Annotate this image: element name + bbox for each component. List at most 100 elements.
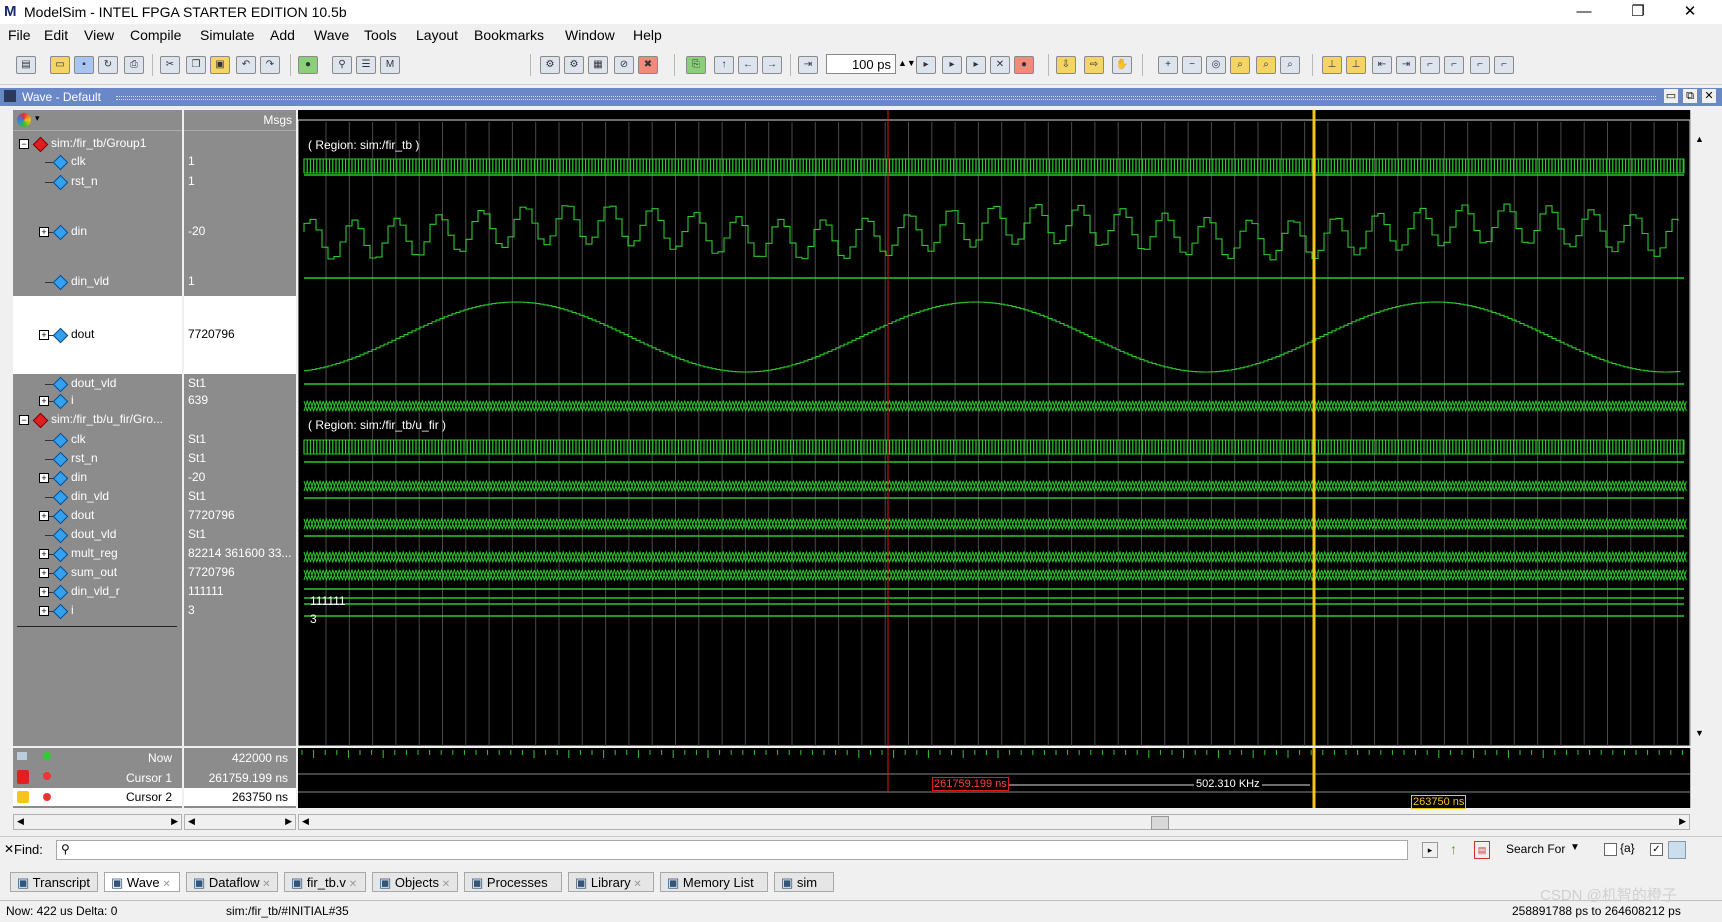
menu-edit[interactable]: Edit <box>44 27 68 43</box>
scroll-up-icon[interactable]: ▲ <box>1695 134 1704 144</box>
find-input[interactable]: ⚲ <box>56 840 1408 860</box>
wave-hscrollbar[interactable]: ◀ ▶ <box>298 814 1690 830</box>
cursor1-label[interactable]: Cursor 1 <box>126 771 172 785</box>
lock-icon[interactable] <box>17 770 29 784</box>
tab-library[interactable]: ▣ Library ✕ <box>568 872 654 892</box>
tab-close-icon[interactable]: ✕ <box>346 879 357 890</box>
expand-icon[interactable]: + <box>39 511 49 521</box>
menu-wave[interactable]: Wave <box>314 27 349 43</box>
expand-icon[interactable]: + <box>39 587 49 597</box>
waveform-pane[interactable]: ( Region: sim:/fir_tb ) ( Region: sim:/f… <box>298 110 1690 746</box>
regex-checkbox[interactable] <box>1604 843 1617 856</box>
tab-sim[interactable]: ▣ sim ✕ <box>774 872 834 912</box>
tab-memory-list[interactable]: ▣ Memory List ✕ <box>660 872 768 912</box>
break-icon[interactable]: ⊘ <box>614 56 634 74</box>
menu-bookmarks[interactable]: Bookmarks <box>474 27 544 43</box>
menu-add[interactable]: Add <box>270 27 295 43</box>
modelsim-icon[interactable]: M <box>380 56 400 74</box>
scroll-left-icon[interactable]: ◀ <box>17 816 24 827</box>
expand-icon[interactable]: + <box>39 330 49 340</box>
scroll-left-icon[interactable]: ◀ <box>302 816 309 827</box>
find-mode-icon[interactable] <box>1668 841 1686 859</box>
cursor2-label[interactable]: Cursor 2 <box>126 790 172 804</box>
zoom-range-icon[interactable]: ⌕ <box>1256 56 1276 74</box>
insert-cursor-icon[interactable]: ⊥ <box>1322 56 1342 74</box>
vertical-scrollbar[interactable]: ▲ ▼ <box>1690 110 1709 746</box>
tab-dataflow[interactable]: ▣ Dataflow ✕ <box>186 872 278 892</box>
cursor2-row[interactable]: Cursor 2 <box>13 788 182 806</box>
scroll-right-icon[interactable]: ▶ <box>171 816 178 827</box>
zoom-out-icon[interactable]: − <box>1182 56 1202 74</box>
close-pane-icon[interactable]: ✕ <box>1702 89 1716 103</box>
run-icon[interactable]: ● <box>298 56 318 74</box>
undo-icon[interactable]: ↶ <box>236 56 256 74</box>
remove-cursor-icon[interactable] <box>43 793 51 801</box>
find-icon[interactable]: ⚲ <box>332 56 352 74</box>
scroll-down-icon[interactable]: ▼ <box>1695 728 1704 738</box>
remove-cursor-icon[interactable] <box>43 772 51 780</box>
continue-icon[interactable]: ▸ <box>942 56 962 74</box>
expand-icon[interactable]: + <box>39 473 49 483</box>
expand-icon[interactable]: + <box>39 606 49 616</box>
restore-button[interactable]: ❐ <box>1618 2 1658 22</box>
cut-icon[interactable]: ✂ <box>160 56 180 74</box>
print-icon[interactable]: ⎙ <box>124 56 144 74</box>
next-edge-icon[interactable]: ⇥ <box>1396 56 1416 74</box>
scroll-thumb[interactable] <box>1151 816 1169 830</box>
step-back-icon[interactable]: ← <box>738 56 758 74</box>
tab-close-icon[interactable]: ✕ <box>160 879 170 890</box>
copy-icon[interactable]: ❐ <box>186 56 206 74</box>
restart-icon[interactable]: ⎘ <box>686 56 706 74</box>
break-run-icon[interactable]: ✕ <box>990 56 1010 74</box>
find-up-icon[interactable]: ↑ <box>1450 841 1457 857</box>
step-forward-icon[interactable]: → <box>762 56 782 74</box>
undock-icon[interactable]: ▭ <box>1664 89 1678 103</box>
tab-close-icon[interactable]: ✕ <box>439 879 450 890</box>
close-button[interactable]: ✕ <box>1670 2 1710 22</box>
menu-view[interactable]: View <box>84 27 114 43</box>
minimize-button[interactable]: — <box>1564 2 1604 22</box>
expand-icon[interactable]: + <box>39 549 49 559</box>
delete-cursor-icon[interactable]: ⊥ <box>1346 56 1366 74</box>
zoom-full-icon[interactable]: ◎ <box>1206 56 1226 74</box>
step-up-icon[interactable]: ↑ <box>714 56 734 74</box>
collapse-icon[interactable]: ☰ <box>356 56 376 74</box>
scroll-right-icon[interactable]: ▶ <box>1679 816 1686 827</box>
cursor1-tag[interactable]: 261759.199 ns <box>932 777 1009 791</box>
simulate-icon[interactable]: ▦ <box>588 56 608 74</box>
menu-help[interactable]: Help <box>633 27 662 43</box>
maximize-pane-icon[interactable]: ⧉ <box>1683 89 1697 103</box>
redo-icon[interactable]: ↷ <box>260 56 280 74</box>
name-pane-hscrollbar[interactable]: ◀ ▶ <box>13 814 182 830</box>
stop-icon[interactable]: ● <box>1014 56 1034 74</box>
spin-icon[interactable]: ▲▼ <box>898 58 916 68</box>
run-length-input[interactable]: 100 ps <box>826 54 896 74</box>
cursor-timeline[interactable]: 261759.199 ns 502.310 KHz 263750 ns <box>298 748 1690 809</box>
zoom-cursor-icon[interactable]: ⌕ <box>1230 56 1250 74</box>
tab-close-icon[interactable]: ✕ <box>259 879 270 890</box>
tab-objects[interactable]: ▣ Objects ✕ <box>372 872 458 892</box>
edge-next-icon[interactable]: ⌐ <box>1494 56 1514 74</box>
open-folder-icon[interactable]: ▭ <box>50 56 70 74</box>
save-icon[interactable]: ▪ <box>74 56 94 74</box>
menu-layout[interactable]: Layout <box>416 27 458 43</box>
compile-icon[interactable]: ⚙ <box>540 56 560 74</box>
paste-icon[interactable]: ▣ <box>210 56 230 74</box>
tab-fir-tb-v[interactable]: ▣ fir_tb.v ✕ <box>284 872 366 892</box>
step-icon[interactable]: ⇩ <box>1056 56 1076 74</box>
menu-window[interactable]: Window <box>565 27 615 43</box>
step-over-icon[interactable]: ⇨ <box>1084 56 1104 74</box>
menu-tools[interactable]: Tools <box>364 27 397 43</box>
cursor2-tag[interactable]: 263750 ns <box>1411 795 1467 809</box>
find-options-icon[interactable]: ▤ <box>1474 841 1490 859</box>
case-checkbox[interactable]: ✓ <box>1650 843 1663 856</box>
run-length-icon[interactable]: ⇥ <box>798 56 818 74</box>
tab-close-icon[interactable]: ✕ <box>631 879 641 890</box>
chevron-down-icon[interactable]: ▼ <box>1570 842 1580 853</box>
dropdown-arrow-icon[interactable]: ▾ <box>35 113 40 124</box>
expand-icon[interactable]: + <box>39 227 49 237</box>
expand-icon[interactable]: + <box>39 568 49 578</box>
run-icon-2[interactable]: ▸ <box>916 56 936 74</box>
find-close-icon[interactable]: ✕ <box>4 842 14 856</box>
falling-edge-icon[interactable]: ⌐ <box>1420 56 1440 74</box>
